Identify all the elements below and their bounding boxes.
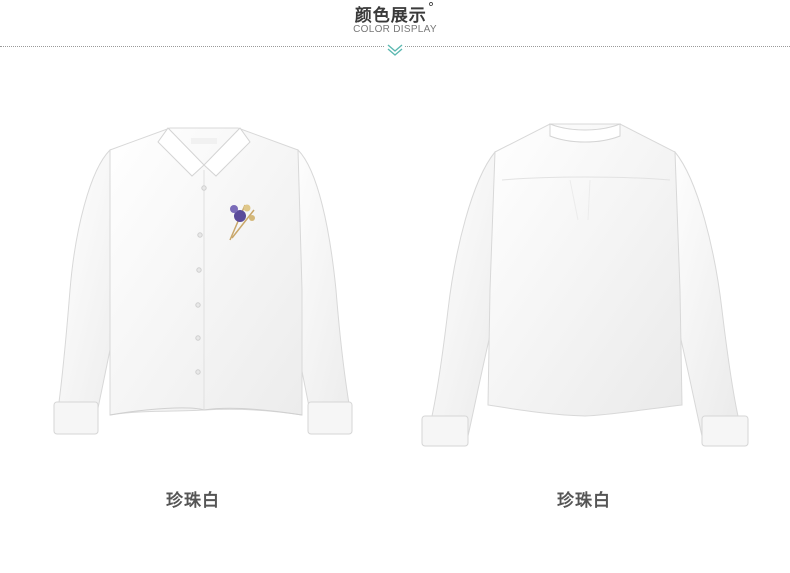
section-subtitle: COLOR DISPLAY [353,24,437,35]
product-image-back [410,110,760,465]
section-header: 颜色展示° COLOR DISPLAY [0,0,790,60]
title-mark: ° [427,1,436,16]
color-name-front: 珍珠白 [166,491,220,511]
color-name-back: 珍珠白 [557,491,611,511]
chevron-down-icon [385,42,405,58]
product-image-front [40,110,380,465]
section-title: 颜色展示° [0,1,790,26]
section-title-text: 颜色展示 [354,6,427,26]
